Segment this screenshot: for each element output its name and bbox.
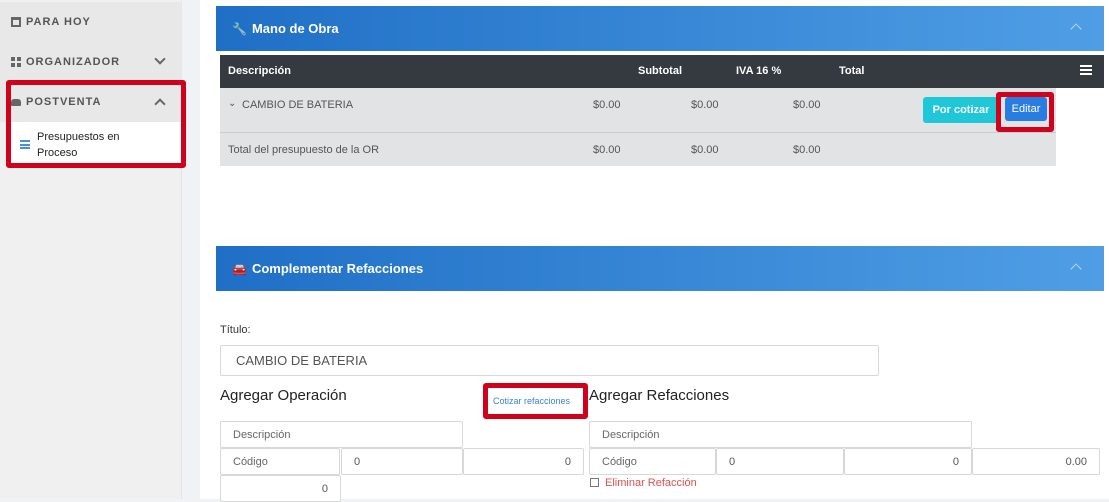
chevron-up-icon — [154, 98, 166, 110]
refaccion-cantidad-input[interactable]: 0 — [716, 448, 844, 475]
chevron-up-icon[interactable] — [1070, 263, 1082, 275]
sidebar-item-para-hoy[interactable]: PARA HOY — [0, 2, 182, 42]
editar-button[interactable]: Editar — [1005, 97, 1047, 121]
table-row: ⌄ CAMBIO DE BATERIA $0.00 $0.00 $0.00 Po… — [220, 88, 1056, 133]
operacion-descripcion-input[interactable]: Descripción — [220, 421, 463, 448]
sidebar-item-label: PARA HOY — [26, 16, 91, 28]
eliminar-refaccion-checkbox[interactable] — [590, 478, 599, 487]
subitem-label-line1: Presupuestos en — [37, 131, 120, 143]
sidebar: PARA HOY ORGANIZADOR POSTVENTA Presupues… — [0, 0, 182, 499]
total-total: $0.00 — [793, 144, 821, 156]
refacciones-header[interactable]: 🚘 Complementar Refacciones — [216, 246, 1104, 291]
row-iva: $0.00 — [691, 99, 719, 111]
operacion-cantidad-input[interactable]: 0 — [341, 448, 463, 475]
calendar-icon — [11, 17, 21, 27]
chevron-down-icon[interactable]: ⌄ — [228, 98, 236, 109]
col-descripcion: Descripción — [228, 65, 291, 77]
agregar-operacion-title: Agregar Operación — [220, 387, 347, 404]
cotizar-refacciones-button[interactable]: Cotizar refacciones — [493, 396, 571, 406]
refacciones-title: Complementar Refacciones — [251, 261, 424, 276]
mano-obra-table: Descripción Subtotal IVA 16 % Total ⌄ CA… — [220, 55, 1104, 166]
mano-obra-header[interactable]: 🔧 Mano de Obra — [216, 6, 1104, 51]
operacion-codigo-input[interactable]: Código — [220, 448, 340, 475]
subitem-label-line2: Proceso — [37, 147, 78, 159]
col-subtotal: Subtotal — [638, 65, 682, 77]
main-content: 🔧 Mano de Obra Descripción Subtotal IVA … — [200, 0, 1109, 502]
car-icon — [11, 98, 21, 106]
sidebar-item-postventa[interactable]: POSTVENTA — [0, 82, 182, 122]
por-cotizar-button[interactable]: Por cotizar — [923, 97, 999, 123]
sidebar-subitem-presupuestos[interactable]: Presupuestos en Proceso — [10, 122, 182, 166]
refaccion-total-input[interactable]: 0.00 — [972, 448, 1100, 475]
sidebar-item-label: POSTVENTA — [26, 96, 102, 108]
sidebar-item-organizador[interactable]: ORGANIZADOR — [0, 42, 182, 82]
total-iva: $0.00 — [691, 144, 719, 156]
chevron-up-icon[interactable] — [1070, 23, 1082, 35]
list-check-icon — [20, 140, 30, 149]
sidebar-item-label: ORGANIZADOR — [26, 56, 121, 68]
titulo-input[interactable]: CAMBIO DE BATERIA — [220, 345, 879, 376]
row-description: CAMBIO DE BATERIA — [242, 99, 354, 111]
refaccion-precio-input[interactable]: 0 — [844, 448, 972, 475]
operacion-precio-input[interactable]: 0 — [463, 448, 584, 475]
total-label: Total del presupuesto de la OR — [228, 144, 380, 156]
mano-obra-title: Mano de Obra — [251, 21, 339, 36]
titulo-label: Título: — [220, 324, 251, 336]
table-total-row: Total del presupuesto de la OR $0.00 $0.… — [220, 133, 1056, 166]
row-subtotal: $0.00 — [593, 99, 621, 111]
car-icon: 🚘 — [232, 261, 247, 276]
col-iva: IVA 16 % — [736, 65, 782, 77]
chevron-down-icon — [154, 53, 166, 65]
agregar-refacciones-title: Agregar Refacciones — [589, 387, 730, 404]
total-subtotal: $0.00 — [593, 144, 621, 156]
refaccion-descripcion-input[interactable]: Descripción — [589, 421, 972, 448]
operacion-total-input[interactable]: 0 — [220, 475, 341, 502]
grid-icon — [11, 57, 21, 67]
eliminar-refaccion-label[interactable]: Eliminar Refacción — [605, 477, 697, 489]
table-header: Descripción Subtotal IVA 16 % Total — [220, 55, 1104, 88]
row-total: $0.00 — [793, 99, 821, 111]
refaccion-codigo-input[interactable]: Código — [589, 448, 716, 475]
col-total: Total — [839, 65, 865, 77]
settings-sliders-icon[interactable] — [1080, 65, 1092, 75]
wrench-icon: 🔧 — [232, 21, 247, 36]
